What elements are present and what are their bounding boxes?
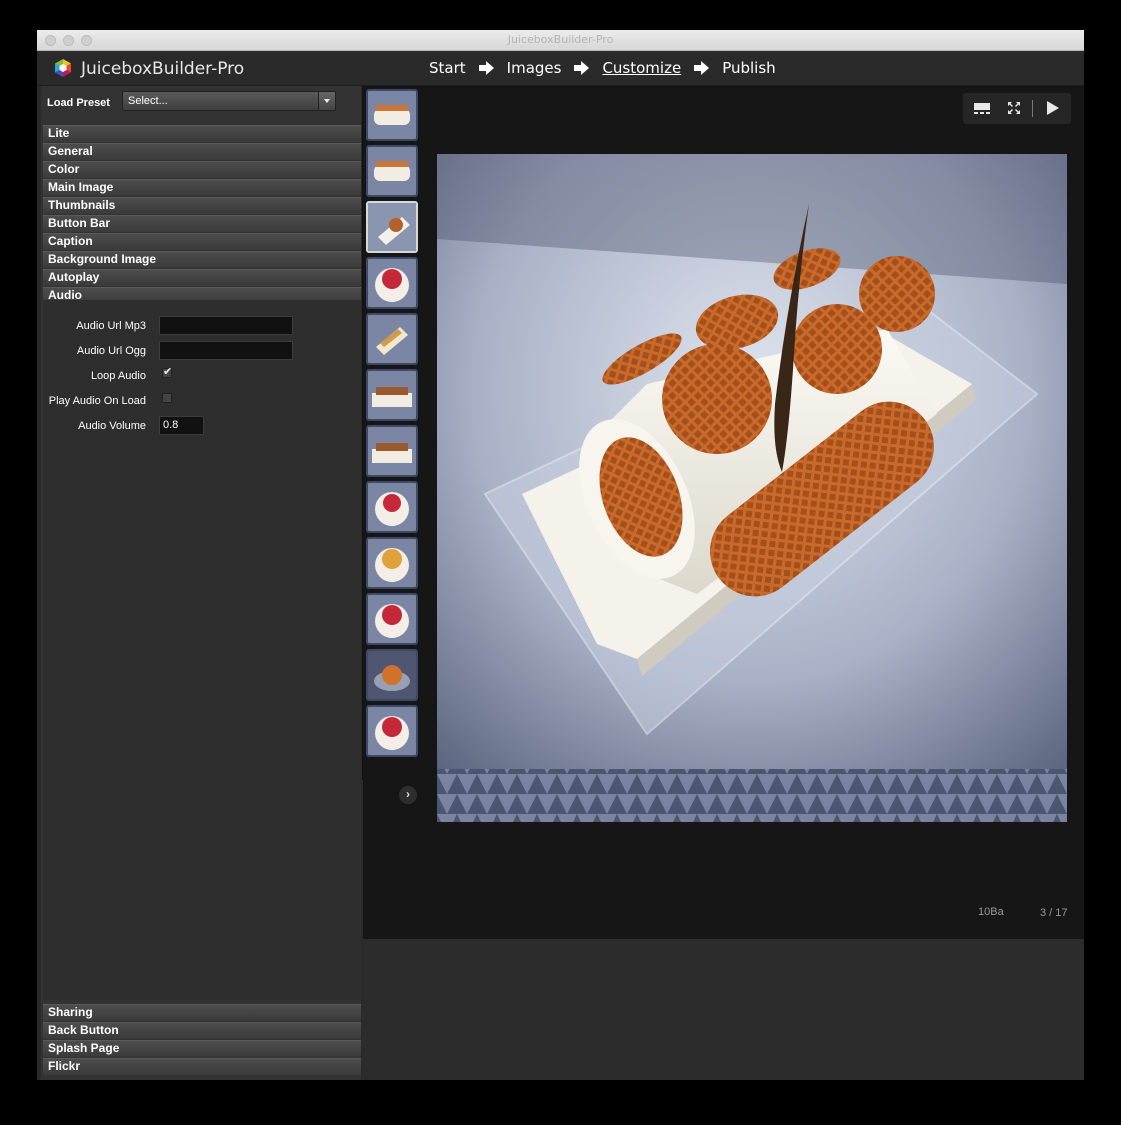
- loop-audio-checkbox[interactable]: [162, 365, 172, 378]
- load-preset-row: Load Preset Select...: [41, 86, 361, 118]
- load-preset-label: Load Preset: [47, 97, 110, 109]
- section-main-image[interactable]: Main Image: [43, 179, 361, 196]
- thumbnail-item[interactable]: [366, 481, 418, 533]
- audio-url-mp3-label: Audio Url Mp3: [76, 320, 146, 332]
- viewer-toolbar: [963, 93, 1071, 124]
- thumbnail-item-selected[interactable]: [366, 201, 418, 253]
- section-back-button[interactable]: Back Button: [43, 1022, 361, 1039]
- more-settings-sections: Sharing Back Button Splash Page Flickr: [43, 1004, 361, 1076]
- load-preset-select[interactable]: Select...: [122, 91, 336, 111]
- play-on-load-checkbox[interactable]: [162, 393, 172, 403]
- section-lite[interactable]: Lite: [43, 125, 361, 142]
- thumbnail-item[interactable]: [366, 593, 418, 645]
- play-icon[interactable]: [1043, 100, 1061, 116]
- main-photo[interactable]: [437, 154, 1067, 822]
- audio-url-mp3-input[interactable]: [159, 316, 293, 335]
- thumbnail-item[interactable]: [366, 369, 418, 421]
- gallery-preview: 10Ba 3 / 17: [363, 86, 1084, 939]
- app-window: JuiceboxBuilder-Pro JuiceboxBuilder-Pro …: [37, 30, 1084, 1080]
- settings-sections: Lite General Color Main Image Thumbnails…: [43, 125, 361, 305]
- juicebox-logo-icon: [55, 59, 71, 77]
- audio-url-ogg-input[interactable]: [159, 341, 293, 360]
- thumbnail-item[interactable]: [366, 313, 418, 365]
- thumbnail-item[interactable]: [366, 537, 418, 589]
- lower-blank-area: [363, 939, 1084, 1080]
- app-header: JuiceboxBuilder-Pro Start Images Customi…: [37, 51, 1084, 86]
- settings-panel: Load Preset Select... Lite General Color…: [41, 86, 361, 1080]
- section-flickr[interactable]: Flickr: [43, 1058, 361, 1075]
- step-publish[interactable]: Publish: [722, 59, 775, 77]
- audio-volume-input[interactable]: 0.8: [159, 416, 204, 435]
- section-general[interactable]: General: [43, 143, 361, 160]
- app-name: JuiceboxBuilder-Pro: [81, 59, 245, 79]
- load-preset-value: Select...: [128, 95, 168, 107]
- loop-audio-label: Loop Audio: [90, 370, 146, 382]
- section-button-bar[interactable]: Button Bar: [43, 215, 361, 232]
- section-splash-page[interactable]: Splash Page: [43, 1040, 361, 1057]
- thumbnail-item[interactable]: [366, 89, 418, 141]
- section-caption[interactable]: Caption: [43, 233, 361, 250]
- thumbnail-item[interactable]: [366, 705, 418, 757]
- step-start[interactable]: Start: [429, 59, 466, 77]
- arrow-right-icon: [574, 61, 590, 75]
- image-counter: 3 / 17: [1040, 907, 1068, 919]
- chevron-right-icon[interactable]: ›: [399, 786, 417, 804]
- play-on-load-row: Play Audio On Load: [43, 391, 361, 413]
- thumbnails-toggle-icon[interactable]: [973, 100, 991, 116]
- thumbnail-item[interactable]: [366, 145, 418, 197]
- thumbnail-item[interactable]: [366, 649, 418, 701]
- thumbnail-strip: ›: [362, 86, 423, 804]
- step-images[interactable]: Images: [507, 59, 562, 77]
- title-bar: JuiceboxBuilder-Pro: [37, 30, 1084, 51]
- section-color[interactable]: Color: [43, 161, 361, 178]
- minimize-window-button[interactable]: [63, 35, 74, 46]
- workflow-steps: Start Images Customize Publish: [429, 59, 776, 77]
- audio-volume-row: Audio Volume 0.8: [43, 416, 361, 438]
- section-autoplay[interactable]: Autoplay: [43, 269, 361, 286]
- section-sharing[interactable]: Sharing: [43, 1004, 361, 1021]
- audio-url-ogg-row: Audio Url Ogg: [43, 341, 361, 363]
- play-on-load-label: Play Audio On Load: [48, 395, 146, 407]
- thumbnail-item[interactable]: [366, 425, 418, 477]
- image-title: 10Ba: [978, 906, 1004, 918]
- window-title: JuiceboxBuilder-Pro: [507, 33, 614, 46]
- zoom-window-button[interactable]: [81, 35, 92, 46]
- audio-url-ogg-label: Audio Url Ogg: [76, 345, 146, 357]
- section-thumbnails[interactable]: Thumbnails: [43, 197, 361, 214]
- section-background-image[interactable]: Background Image: [43, 251, 361, 268]
- arrow-right-icon: [694, 61, 710, 75]
- audio-settings: Audio Url Mp3 Audio Url Ogg Loop Audio P…: [43, 300, 361, 1000]
- toolbar-divider: [1032, 100, 1033, 117]
- thumbnail-item[interactable]: [366, 257, 418, 309]
- loop-audio-row: Loop Audio: [43, 365, 361, 388]
- step-customize[interactable]: Customize: [602, 59, 681, 77]
- close-window-button[interactable]: [45, 35, 56, 46]
- arrow-right-icon: [478, 61, 494, 75]
- audio-url-mp3-row: Audio Url Mp3: [43, 316, 361, 338]
- expand-icon[interactable]: [1005, 100, 1023, 116]
- chevron-down-icon[interactable]: [318, 92, 335, 110]
- audio-volume-label: Audio Volume: [78, 420, 146, 432]
